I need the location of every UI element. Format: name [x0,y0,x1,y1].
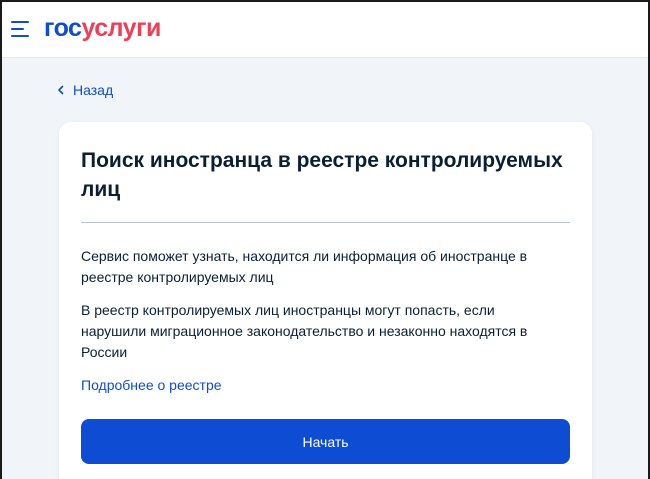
registry-explanation: В реестр контролируемых лиц иностранцы м… [81,302,528,360]
back-link-label: Назад [73,82,114,98]
hamburger-menu-icon[interactable] [11,20,31,38]
gosuslugi-logo[interactable]: госуслуги [44,13,161,43]
start-button[interactable]: Начать [81,419,570,464]
back-link[interactable]: Назад [57,80,113,100]
page-title: Поиск иностранца в реестре контролируемы… [81,149,563,201]
chevron-left-icon [58,85,64,95]
registry-details-link[interactable]: Подробнее о реестре [81,375,222,396]
logo-text-uslugi: услуги [81,14,161,42]
logo-text-gos: гос [44,14,82,42]
service-description: Сервис поможет узнать, находится ли инфо… [81,248,528,285]
site-header: госуслуги [2,2,648,58]
app-window: госуслуги Назад Поиск иностранца в реест… [0,0,650,479]
service-card: Поиск иностранца в реестре контролируемы… [59,122,592,479]
title-divider [81,222,570,223]
